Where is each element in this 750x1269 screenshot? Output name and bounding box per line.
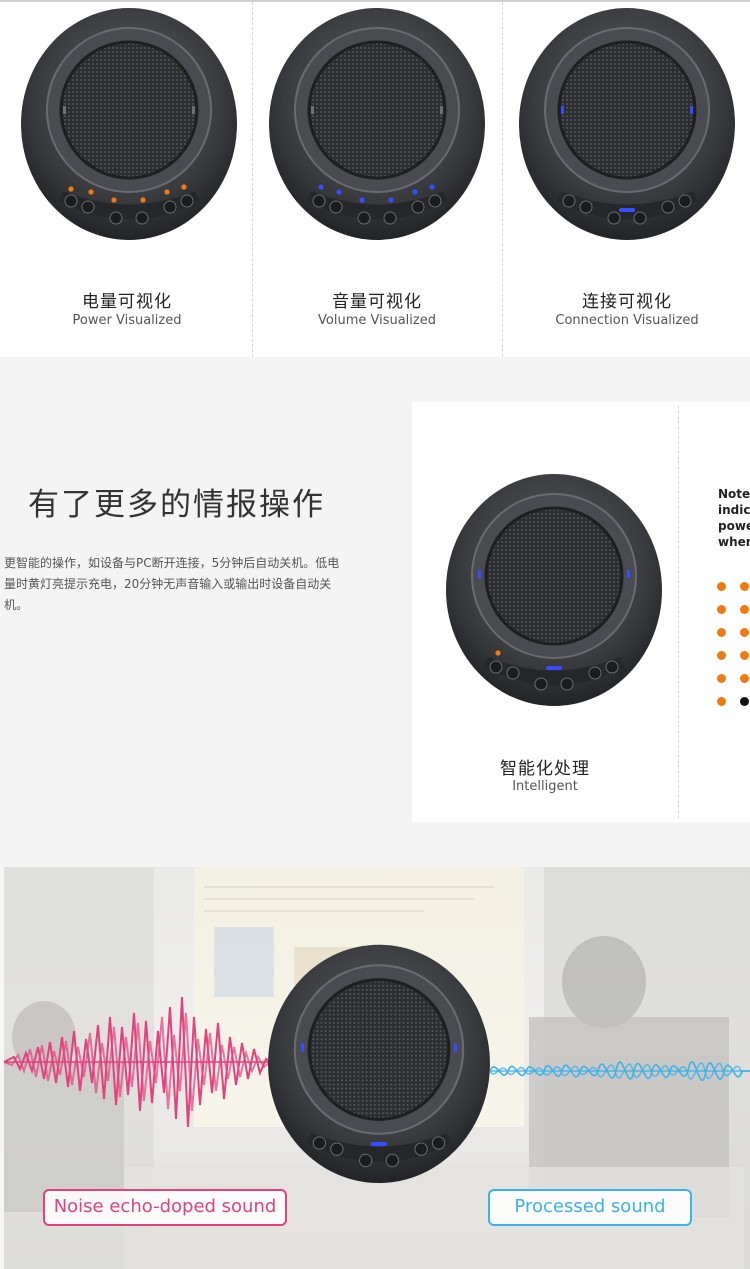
processed-waveform [490,1061,750,1081]
led-dot [717,697,726,706]
noise-processing-section: Noise echo-doped sound Processed sound [4,867,750,1269]
led-dot [717,651,726,660]
feature-connection: 连接可视化 Connection Visualized [502,2,750,357]
feature-volume: 音量可视化 Volume Visualized [252,2,502,357]
speaker-device-image [269,8,485,240]
feature-title-cn: 电量可视化 [82,292,172,312]
led-dot [717,582,726,591]
feature-title-en: Connection Visualized [555,313,699,328]
led-dot [740,674,749,683]
section-description: 更智能的操作，如设备与PC断开连接，5分钟后自动关机。低电量时黄灯亮提示充电，2… [4,556,340,612]
speaker-device-image [268,944,490,1184]
visualization-features-section: 电量可视化 Power Visualized 音量可视化 Volume Visu… [0,2,750,357]
noise-waveform [4,996,270,1128]
noise-label: Noise echo-doped sound [43,1189,287,1226]
card-title-en: Intelligent [512,779,578,794]
speaker-device-image [446,474,662,706]
led-dot [740,582,749,591]
led-dot [740,697,749,706]
feature-title-cn: 音量可视化 [332,292,422,312]
note-text: Note indic powe when [718,487,750,549]
led-dot [740,628,749,637]
feature-power: 电量可视化 Power Visualized [2,2,252,357]
led-dot [717,628,726,637]
feature-title-en: Power Visualized [72,313,182,328]
feature-title-en: Volume Visualized [318,313,436,328]
led-dot [740,605,749,614]
led-dot [717,605,726,614]
feature-title-cn: 连接可视化 [582,292,672,312]
section-heading: 有了更多的情报操作 [28,487,325,523]
intelligent-card: 智能化处理 Intelligent Note indic powe when [412,402,750,822]
card-title-cn: 智能化处理 [500,759,590,779]
divider [678,406,679,818]
intelligent-operation-section: 有了更多的情报操作 更智能的操作，如设备与PC断开连接，5分钟后自动关机。低电量… [0,357,750,867]
speaker-device-image [519,8,735,240]
speaker-device-image [21,8,237,240]
led-dot [717,674,726,683]
led-dot [740,651,749,660]
processed-label: Processed sound [488,1189,692,1226]
